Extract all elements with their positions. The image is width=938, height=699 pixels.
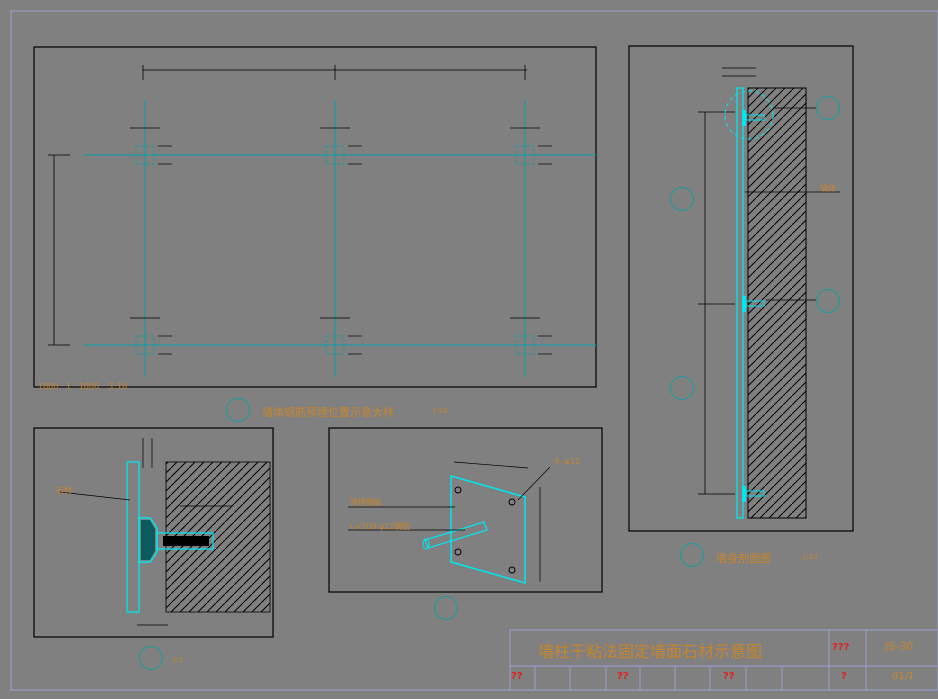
detail-marker-circle — [816, 289, 840, 313]
anchor-plate — [130, 127, 172, 165]
panel-c-label: 石材 — [56, 486, 72, 495]
panel-a-frame — [33, 46, 597, 388]
detail-marker-circle — [670, 376, 694, 400]
title-block-field-d: ?? — [723, 671, 735, 682]
panel-b-caption: 墙身剖面图 — [716, 552, 771, 565]
panel-b-note: 墙体 — [820, 184, 836, 193]
title-block-title: 墙柱干粘法固定墙面石材示意图 — [538, 642, 763, 661]
detail-marker-circle — [226, 398, 250, 422]
panel-b-caption-scale: 1:10 — [802, 553, 818, 561]
detail-marker-circle — [680, 543, 704, 567]
panel-a-scale-note: 1000 · 1 · 1000 · ·1:10 — [38, 382, 128, 391]
anchor-plate — [320, 127, 362, 165]
cad-drawing-canvas — [10, 10, 938, 691]
detail-marker-circle — [434, 596, 458, 620]
anchor-plate — [510, 317, 552, 355]
detail-marker-circle — [670, 187, 694, 211]
anchor-plate — [130, 317, 172, 355]
title-block-field-e: ? — [841, 671, 847, 682]
panel-a-caption-scale: 1:10 — [432, 407, 448, 415]
anchor-plate — [510, 127, 552, 165]
title-block-field-a: ??? — [832, 642, 850, 653]
panel-b-frame — [628, 45, 854, 532]
panel-d-frame — [328, 427, 603, 593]
panel-c-caption-scale: 1:5 — [172, 656, 184, 664]
anchor-plate — [320, 317, 362, 355]
detail-marker-circle — [139, 646, 163, 670]
title-block-drawing-no: JS-30 — [885, 640, 914, 653]
panel-c-frame — [33, 427, 274, 638]
panel-a-caption: 墙体钢筋预埋位置示意大样 — [262, 406, 394, 419]
panel-d-label-plate: 预埋钢板 — [350, 498, 382, 507]
title-block-page: 01/1 — [892, 671, 915, 682]
panel-d-label-bar: L=200 φ12钢筋 — [350, 522, 411, 531]
title-block-field-c: ?? — [617, 671, 629, 682]
title-block-field-b: ?? — [511, 671, 523, 682]
detail-marker-circle — [816, 96, 840, 120]
panel-d-label-holes: 4- φ12 — [554, 457, 580, 466]
